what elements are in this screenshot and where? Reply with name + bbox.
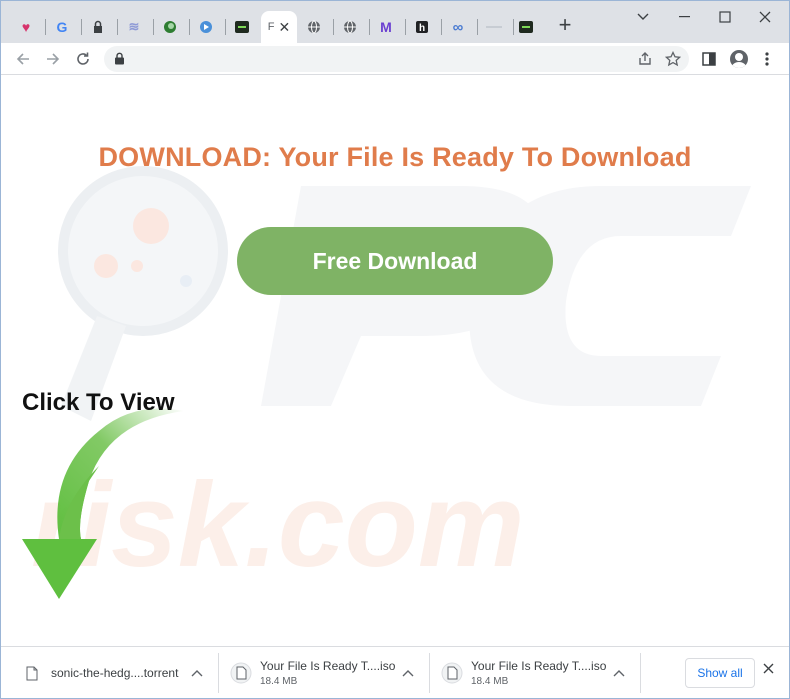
download-item[interactable]: sonic-the-hedg....torrent (21, 647, 179, 698)
download-filename: Your File Is Ready T....iso (260, 659, 396, 673)
file-icon (21, 662, 43, 684)
lock-favicon-icon (90, 19, 106, 35)
click-to-view-label: Click To View (22, 389, 175, 416)
download-item[interactable]: Your File Is Ready T....iso 18.4 MB (230, 647, 396, 698)
address-bar[interactable] (104, 46, 689, 72)
globe-favicon-icon (342, 19, 358, 35)
lock-icon[interactable] (114, 52, 125, 70)
share-icon[interactable] (633, 47, 657, 71)
globe-favicon-icon (306, 19, 322, 35)
tab-globe-2[interactable] (333, 11, 367, 43)
download-filename: Your File Is Ready T....iso (471, 659, 607, 673)
back-button[interactable] (11, 47, 35, 71)
heart-favicon-icon: ♥ (21, 19, 31, 35)
maximize-button[interactable] (705, 7, 745, 27)
profile-avatar[interactable] (727, 47, 751, 71)
tab-green-circle[interactable] (153, 11, 187, 43)
tab-lock[interactable] (81, 11, 115, 43)
download-size: 18.4 MB (260, 676, 298, 687)
tab-close-icon[interactable]: ✕ (279, 20, 291, 34)
blue-circle-favicon-icon (198, 19, 214, 35)
page-content: risk.com DOWNLOAD: Your File Is Ready To… (1, 76, 789, 646)
waves-favicon-icon: ≋ (128, 19, 140, 34)
download-options[interactable] (613, 647, 633, 698)
new-tab-button[interactable]: + (553, 14, 577, 38)
tab-terminal-2[interactable] (509, 11, 543, 43)
green-circle-favicon-icon (162, 19, 178, 35)
download-filename: sonic-the-hedg....torrent (51, 666, 179, 680)
download-size: 18.4 MB (471, 676, 509, 687)
download-shelf: sonic-the-hedg....torrent Your File Is R… (1, 646, 789, 698)
free-download-button[interactable]: Free Download (237, 227, 553, 295)
menu-kebab-icon[interactable] (755, 47, 779, 71)
tab-blue-circle[interactable] (189, 11, 223, 43)
reload-button[interactable] (71, 47, 95, 71)
tab-h[interactable]: h (405, 11, 439, 43)
download-item[interactable]: Your File Is Ready T....iso 18.4 MB (441, 647, 607, 698)
terminal-favicon-icon (518, 19, 534, 35)
dash-favicon-icon (486, 19, 502, 35)
iso-file-icon (230, 662, 252, 684)
tab-google[interactable]: G (45, 11, 79, 43)
tab-active[interactable]: F ✕ (261, 11, 297, 43)
google-favicon-icon: G (56, 19, 68, 35)
tab-search-icon[interactable] (623, 7, 663, 27)
tab-waves[interactable]: ≋ (117, 11, 151, 43)
chevron-up-icon (613, 664, 625, 682)
toolbar (1, 43, 789, 75)
close-window-button[interactable] (745, 7, 785, 27)
download-options[interactable] (191, 647, 211, 698)
tab-title: F (267, 21, 275, 33)
m-favicon-icon: M (380, 19, 392, 35)
infinity-favicon-icon: ∞ (452, 18, 464, 36)
show-all-button[interactable]: Show all (685, 658, 755, 688)
minimize-button[interactable] (665, 7, 705, 27)
download-options[interactable] (402, 647, 422, 698)
tab-terminal-1[interactable] (225, 11, 259, 43)
avatar-icon (730, 50, 748, 68)
chevron-up-icon (191, 664, 203, 682)
close-shelf-icon[interactable] (763, 661, 774, 679)
iso-file-icon (441, 662, 463, 684)
forward-button[interactable] (41, 47, 65, 71)
browser-window: ♥ G ≋ F ✕ M h ∞ + risk.com DOWNLOAD: You… (0, 0, 790, 699)
tab-globe-1[interactable] (297, 11, 331, 43)
tab-m[interactable]: M (369, 11, 403, 43)
tab-dash[interactable] (477, 11, 511, 43)
tab-strip: ♥ G ≋ F ✕ M h ∞ + (1, 1, 789, 43)
page-headline: DOWNLOAD: Your File Is Ready To Download (98, 142, 692, 172)
bookmark-star-icon[interactable] (661, 47, 685, 71)
tab-infinity[interactable]: ∞ (441, 11, 475, 43)
chevron-up-icon (402, 664, 414, 682)
side-panel-icon[interactable] (697, 47, 721, 71)
terminal-favicon-icon (234, 19, 250, 35)
tab-heart[interactable]: ♥ (9, 11, 43, 43)
h-favicon-icon: h (414, 19, 430, 35)
svg-text:h: h (419, 23, 425, 34)
